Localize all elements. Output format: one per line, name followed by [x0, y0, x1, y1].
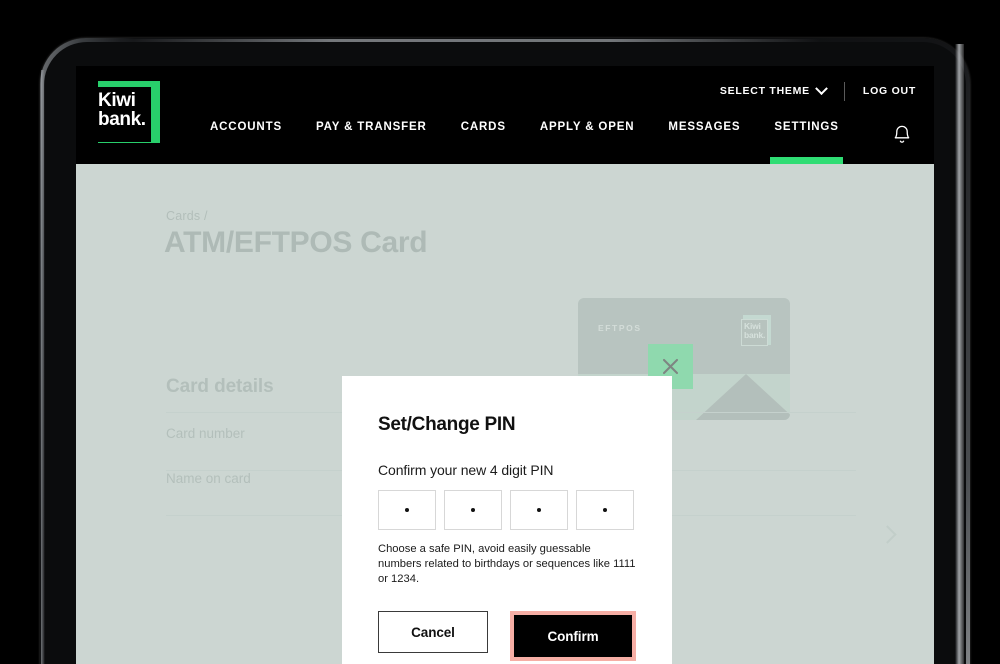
nav-label: APPLY & OPEN — [539, 121, 635, 133]
select-theme-label: SELECT THEME — [719, 85, 810, 97]
chevron-down-icon — [815, 81, 828, 95]
select-theme-button[interactable]: SELECT THEME — [719, 81, 828, 97]
pin-dot-icon — [405, 508, 409, 512]
active-tab-indicator — [770, 157, 843, 164]
nav-item-accounts[interactable]: ACCOUNTS — [210, 112, 282, 164]
modal-actions: Cancel Confirm — [378, 611, 636, 661]
tablet-screen: Kiwi bank. SELECT THEME LOG OUT ACCOUNTS … — [76, 66, 934, 664]
pin-digit-2[interactable] — [444, 490, 502, 530]
set-change-pin-modal: Set/Change PIN Confirm your new 4 digit … — [342, 376, 672, 664]
kiwibank-logo[interactable]: Kiwi bank. — [93, 78, 163, 148]
pin-digit-1[interactable] — [378, 490, 436, 530]
nav-label: ACCOUNTS — [210, 121, 282, 133]
confirm-button[interactable]: Confirm — [514, 615, 632, 657]
site-header: Kiwi bank. SELECT THEME LOG OUT ACCOUNTS … — [76, 66, 934, 164]
pin-dot-icon — [603, 508, 607, 512]
utility-nav: SELECT THEME LOG OUT — [719, 81, 916, 101]
nav-item-settings[interactable]: SETTINGS — [770, 112, 843, 164]
pin-input-group — [378, 490, 636, 530]
confirm-button-focus-ring: Confirm — [510, 611, 636, 661]
nav-label: SETTINGS — [774, 121, 839, 133]
nav-label: PAY & TRANSFER — [315, 121, 427, 133]
log-out-button[interactable]: LOG OUT — [863, 85, 916, 97]
pin-help-text: Choose a safe PIN, avoid easily guessabl… — [378, 543, 636, 585]
nav-item-apply-open[interactable]: APPLY & OPEN — [540, 112, 635, 164]
logo-line-2: bank. — [98, 109, 146, 130]
pin-digit-3[interactable] — [510, 490, 568, 530]
logo-line-1: Kiwi — [98, 90, 136, 111]
modal-field-label: Confirm your new 4 digit PIN — [378, 462, 554, 478]
screenshot-scene: Kiwi bank. SELECT THEME LOG OUT ACCOUNTS … — [0, 0, 1000, 664]
page-body: Cards / ATM/EFTPOS Card EFTPOS Kiwibank.… — [76, 164, 934, 664]
nav-item-messages[interactable]: MESSAGES — [668, 112, 740, 164]
main-nav: ACCOUNTS PAY & TRANSFER CARDS APPLY & OP… — [210, 112, 843, 164]
log-out-label: LOG OUT — [862, 85, 916, 97]
nav-item-cards[interactable]: CARDS — [461, 112, 506, 164]
pin-dot-icon — [537, 508, 541, 512]
pin-dot-icon — [471, 508, 475, 512]
logo-text: Kiwi bank. — [98, 91, 146, 129]
nav-item-pay-transfer[interactable]: PAY & TRANSFER — [316, 112, 427, 164]
bell-icon[interactable] — [892, 124, 912, 146]
utility-divider — [843, 81, 845, 101]
nav-label: CARDS — [460, 121, 506, 133]
modal-title: Set/Change PIN — [378, 414, 516, 435]
nav-label: MESSAGES — [668, 121, 741, 133]
pin-digit-4[interactable] — [576, 490, 634, 530]
cancel-button[interactable]: Cancel — [378, 611, 488, 653]
